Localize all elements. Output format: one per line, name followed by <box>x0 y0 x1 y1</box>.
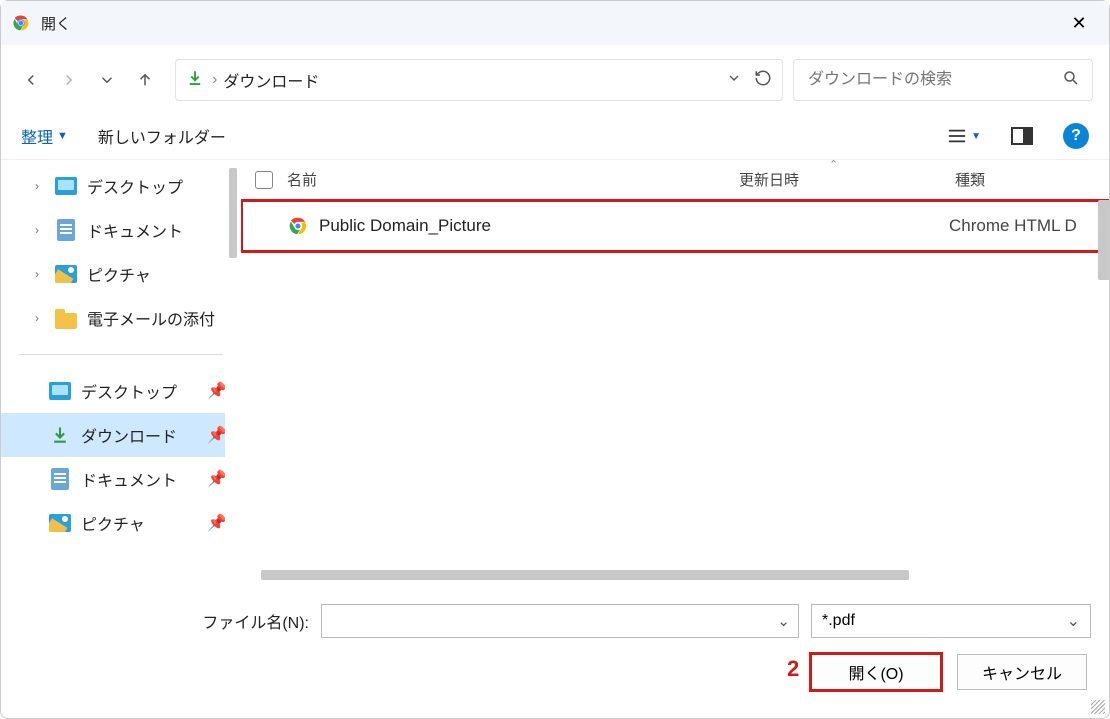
search-icon[interactable] <box>1062 69 1080 92</box>
column-date[interactable]: 更新日時⌃ <box>739 169 949 190</box>
sidebar-item-label: 電子メールの添付 <box>87 306 215 330</box>
address-bar[interactable]: › ダウンロード <box>175 59 783 101</box>
close-button[interactable]: ✕ <box>1059 13 1099 34</box>
file-name: Public Domain_Picture <box>319 216 491 236</box>
sidebar: ›デスクトップ ›ドキュメント ›ピクチャ ›電子メールの添付 デスクトップ📌 … <box>1 160 241 580</box>
main-area: ›デスクトップ ›ドキュメント ›ピクチャ ›電子メールの添付 デスクトップ📌 … <box>1 160 1109 580</box>
chevron-down-icon[interactable]: ⌄ <box>777 612 790 630</box>
file-name-cell: Public Domain_Picture <box>287 215 739 237</box>
expand-icon[interactable]: › <box>35 179 49 193</box>
vertical-scrollbar[interactable] <box>1098 200 1109 280</box>
file-list: 名前 更新日時⌃ 種類 1 Public Domain_Picture Chro… <box>241 160 1109 580</box>
address-dropdown[interactable] <box>726 70 742 91</box>
sidebar-item-label: デスクトップ <box>87 174 183 198</box>
expand-icon[interactable]: › <box>35 267 49 281</box>
chevron-down-icon: ⌄ <box>1067 611 1080 631</box>
search-input[interactable] <box>806 70 1062 90</box>
expand-icon[interactable]: › <box>35 311 49 325</box>
back-button[interactable] <box>17 66 45 94</box>
chrome-icon <box>11 13 31 33</box>
sidebar-item-label: ピクチャ <box>81 511 145 535</box>
filename-input[interactable]: ⌄ <box>321 604 799 638</box>
breadcrumb-sep: › <box>212 71 217 89</box>
column-name[interactable]: 名前 <box>287 169 739 190</box>
file-type-filter[interactable]: *.pdf⌄ <box>811 604 1091 638</box>
download-icon <box>186 69 204 92</box>
chevron-down-icon: ▼ <box>57 130 68 142</box>
bottom-panel: ファイル名(N): ⌄ *.pdf⌄ 2 開く(O) キャンセル <box>1 580 1109 704</box>
file-type: Chrome HTML D <box>949 216 1109 236</box>
resize-grip[interactable] <box>1091 700 1105 714</box>
sidebar-pinned-documents[interactable]: ドキュメント 📌 <box>1 457 241 501</box>
window-title: 開く <box>41 13 71 34</box>
sidebar-item-documents[interactable]: › ドキュメント <box>1 208 241 252</box>
column-type[interactable]: 種類 <box>949 169 1109 190</box>
select-all-checkbox[interactable] <box>241 171 287 189</box>
open-button[interactable]: 開く(O) <box>811 654 941 690</box>
callout-2: 2 <box>787 656 799 682</box>
sidebar-item-desktop[interactable]: › デスクトップ <box>1 164 241 208</box>
view-menu[interactable]: ▼ <box>946 127 981 145</box>
expand-icon[interactable]: › <box>35 223 49 237</box>
toolbar: 整理 ▼ 新しいフォルダー ▼ ? <box>1 115 1109 160</box>
sort-indicator-icon: ⌃ <box>829 160 838 171</box>
new-folder-button[interactable]: 新しいフォルダー <box>98 124 226 148</box>
up-button[interactable] <box>131 66 159 94</box>
file-list-header: 名前 更新日時⌃ 種類 <box>241 160 1109 200</box>
sidebar-pinned-pictures[interactable]: ピクチャ 📌 <box>1 501 241 545</box>
pin-icon: 📌 <box>207 381 227 401</box>
organize-menu[interactable]: 整理 ▼ <box>21 124 68 148</box>
chrome-icon <box>287 215 309 237</box>
search-box[interactable] <box>793 59 1093 101</box>
breadcrumb-current[interactable]: ダウンロード <box>223 68 319 92</box>
recent-dropdown[interactable] <box>93 66 121 94</box>
forward-button[interactable] <box>55 66 83 94</box>
sidebar-item-label: ドキュメント <box>87 218 183 242</box>
sidebar-item-label: ドキュメント <box>81 467 177 491</box>
file-row[interactable]: Public Domain_Picture Chrome HTML D <box>241 200 1109 252</box>
cancel-button[interactable]: キャンセル <box>957 654 1087 690</box>
sidebar-item-label: デスクトップ <box>81 379 177 403</box>
nav-row: › ダウンロード <box>1 45 1109 115</box>
sidebar-divider <box>19 354 223 355</box>
horizontal-scrollbar[interactable] <box>261 570 909 580</box>
sidebar-item-label: ピクチャ <box>87 262 151 286</box>
titlebar: 開く ✕ <box>1 1 1109 45</box>
sidebar-pinned-downloads[interactable]: ダウンロード 📌 <box>1 413 241 457</box>
callout-1: 1 <box>241 186 243 212</box>
pin-icon: 📌 <box>207 425 227 445</box>
pin-icon: 📌 <box>207 469 227 489</box>
pin-icon: 📌 <box>207 513 227 533</box>
sidebar-item-label: ダウンロード <box>81 423 177 447</box>
help-button[interactable]: ? <box>1063 123 1089 149</box>
preview-pane-button[interactable] <box>1011 127 1033 145</box>
sidebar-item-email[interactable]: › 電子メールの添付 <box>1 296 241 340</box>
refresh-button[interactable] <box>754 69 772 92</box>
sidebar-item-pictures[interactable]: › ピクチャ <box>1 252 241 296</box>
chevron-down-icon: ▼ <box>971 131 981 142</box>
sidebar-pinned-desktop[interactable]: デスクトップ 📌 <box>1 369 241 413</box>
sidebar-resizer[interactable] <box>225 160 241 580</box>
filename-label: ファイル名(N): <box>19 609 309 633</box>
